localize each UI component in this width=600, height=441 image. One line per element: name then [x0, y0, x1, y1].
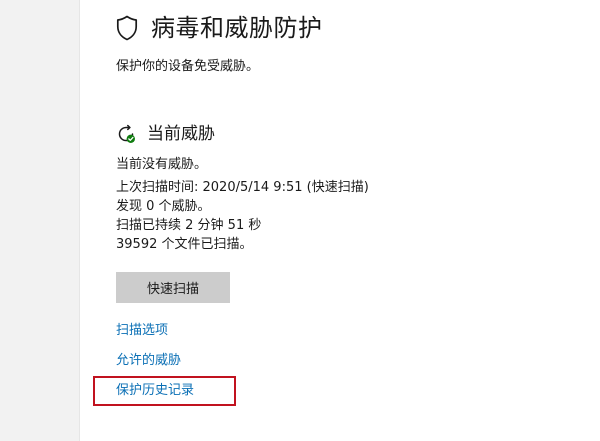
page-subtitle: 保护你的设备免受威胁。: [116, 59, 260, 74]
scan-duration: 扫描已持续 2 分钟 51 秒: [116, 218, 262, 233]
section-title: 当前威胁: [147, 124, 215, 144]
threat-status-block: 当前没有威胁。 上次扫描时间: 2020/5/14 9:51 (快速扫描) 发现…: [116, 155, 369, 254]
threats-found: 发现 0 个威胁。: [116, 199, 211, 214]
shield-icon: [116, 15, 138, 41]
main-content: 病毒和威胁防护 保护你的设备免受威胁。 当前威胁 当前没有威胁。 上次扫描时间:…: [0, 0, 600, 441]
scan-options-link[interactable]: 扫描选项: [116, 322, 168, 340]
threat-status-text: 当前没有威胁。: [116, 157, 208, 172]
quick-scan-button[interactable]: 快速扫描: [116, 272, 230, 303]
files-scanned: 39592 个文件已扫描。: [116, 237, 253, 252]
page-header: 病毒和威胁防护: [116, 12, 323, 44]
allowed-threats-link[interactable]: 允许的威胁: [116, 352, 181, 370]
page-title: 病毒和威胁防护: [151, 14, 323, 42]
refresh-check-icon: [116, 124, 136, 144]
last-scan-time: 上次扫描时间: 2020/5/14 9:51 (快速扫描): [116, 180, 369, 195]
current-threats-header: 当前威胁: [116, 122, 215, 146]
highlight-annotation: [93, 376, 236, 406]
